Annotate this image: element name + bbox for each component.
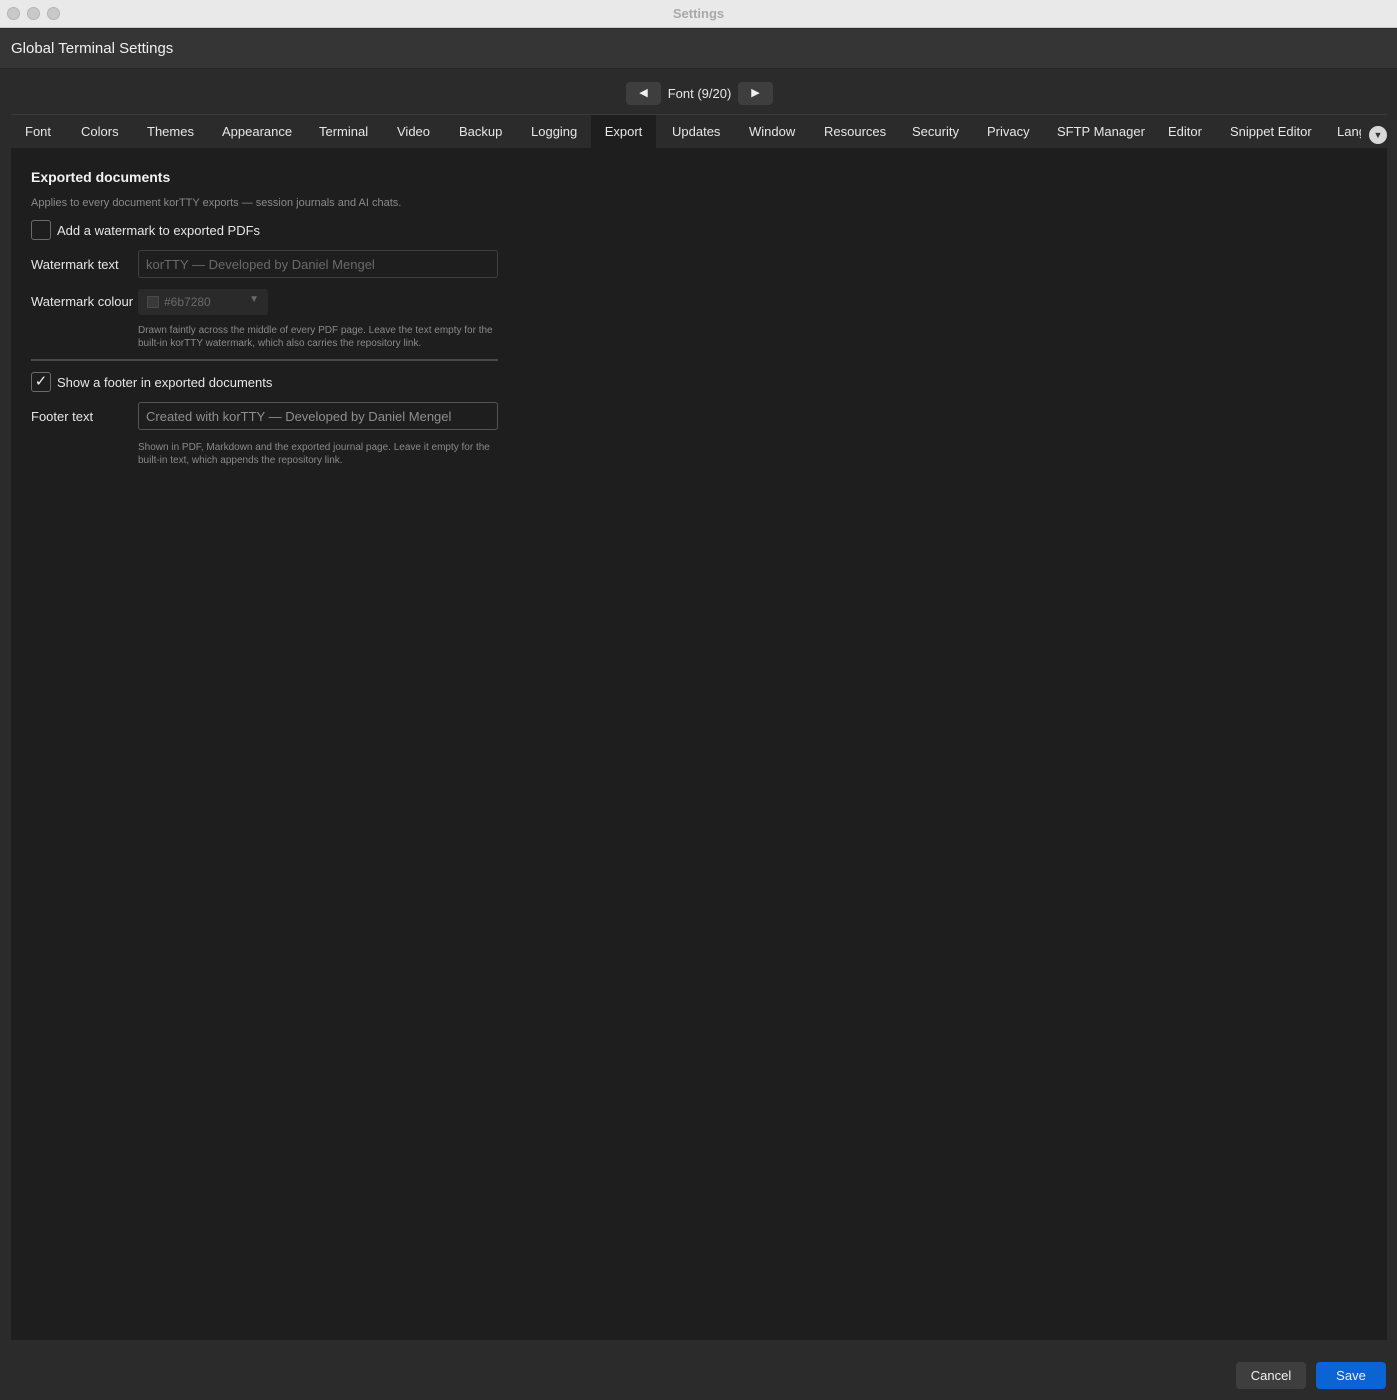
chevron-down-icon[interactable]: ▼ [1369, 126, 1387, 144]
chevron-down-icon: ▼ [249, 294, 259, 305]
tab-sftp-manager[interactable]: SFTP Manager [1057, 115, 1145, 148]
dialog-actions: Cancel Save [0, 1340, 1397, 1400]
tab-themes[interactable]: Themes [147, 115, 194, 148]
tab-resources[interactable]: Resources [824, 115, 886, 148]
export-settings-panel: Exported documents Applies to every docu… [11, 148, 1387, 1340]
header: Global Terminal Settings [0, 29, 1397, 69]
footer-checkbox[interactable]: ✓ [31, 372, 51, 392]
tab-snippet-editor[interactable]: Snippet Editor [1230, 115, 1312, 148]
tab-font[interactable]: Font [25, 115, 51, 148]
watermark-hint: Drawn faintly across the middle of every… [138, 325, 493, 349]
footer-text-label: Footer text [31, 409, 94, 424]
tab-export[interactable]: Export [591, 115, 656, 148]
watermark-checkbox-label[interactable]: Add a watermark to exported PDFs [57, 223, 260, 238]
section-title: Exported documents [31, 169, 171, 185]
watermark-colour-picker[interactable]: #6b7280 ▼ [138, 289, 268, 315]
watermark-text-label: Watermark text [31, 257, 119, 272]
save-button[interactable]: Save [1316, 1362, 1386, 1389]
tab-privacy[interactable]: Privacy [987, 115, 1030, 148]
footer-text-input[interactable] [138, 402, 498, 430]
next-tab-button[interactable]: ▶ [738, 82, 773, 105]
window-title: Settings [672, 6, 725, 21]
tab-language[interactable]: Lang [1337, 115, 1361, 148]
tab-pager: ◀ Font (9/20) ▶ [0, 70, 1397, 114]
title-bar: Settings [0, 0, 1397, 28]
settings-tabs: Font Colors Themes Appearance Terminal V… [11, 114, 1387, 148]
tab-terminal[interactable]: Terminal [319, 115, 368, 148]
pager-label: Font (9/20) [667, 86, 732, 101]
tab-backup[interactable]: Backup [459, 115, 502, 148]
section-divider [31, 359, 498, 361]
tab-updates[interactable]: Updates [672, 115, 720, 148]
tab-logging[interactable]: Logging [531, 115, 577, 148]
settings-window: Settings Global Terminal Settings ◀ Font… [0, 0, 1397, 1400]
tab-window[interactable]: Window [749, 115, 795, 148]
tab-video[interactable]: Video [397, 115, 430, 148]
section-description: Applies to every document korTTY exports… [31, 197, 402, 209]
tab-security[interactable]: Security [912, 115, 959, 148]
page-title: Global Terminal Settings [11, 40, 174, 57]
watermark-colour-label: Watermark colour [31, 294, 134, 309]
footer-hint: Shown in PDF, Markdown and the exported … [138, 442, 490, 466]
tab-appearance[interactable]: Appearance [222, 115, 292, 148]
footer-checkbox-label[interactable]: Show a footer in exported documents [57, 375, 272, 390]
colour-value: #6b7280 [164, 295, 211, 309]
tab-colors[interactable]: Colors [81, 115, 119, 148]
watermark-text-input[interactable] [138, 250, 498, 278]
watermark-checkbox[interactable] [31, 220, 51, 240]
previous-tab-button[interactable]: ◀ [626, 82, 661, 105]
cancel-button[interactable]: Cancel [1236, 1362, 1306, 1389]
colour-swatch [147, 296, 159, 308]
tab-editor[interactable]: Editor [1168, 115, 1202, 148]
